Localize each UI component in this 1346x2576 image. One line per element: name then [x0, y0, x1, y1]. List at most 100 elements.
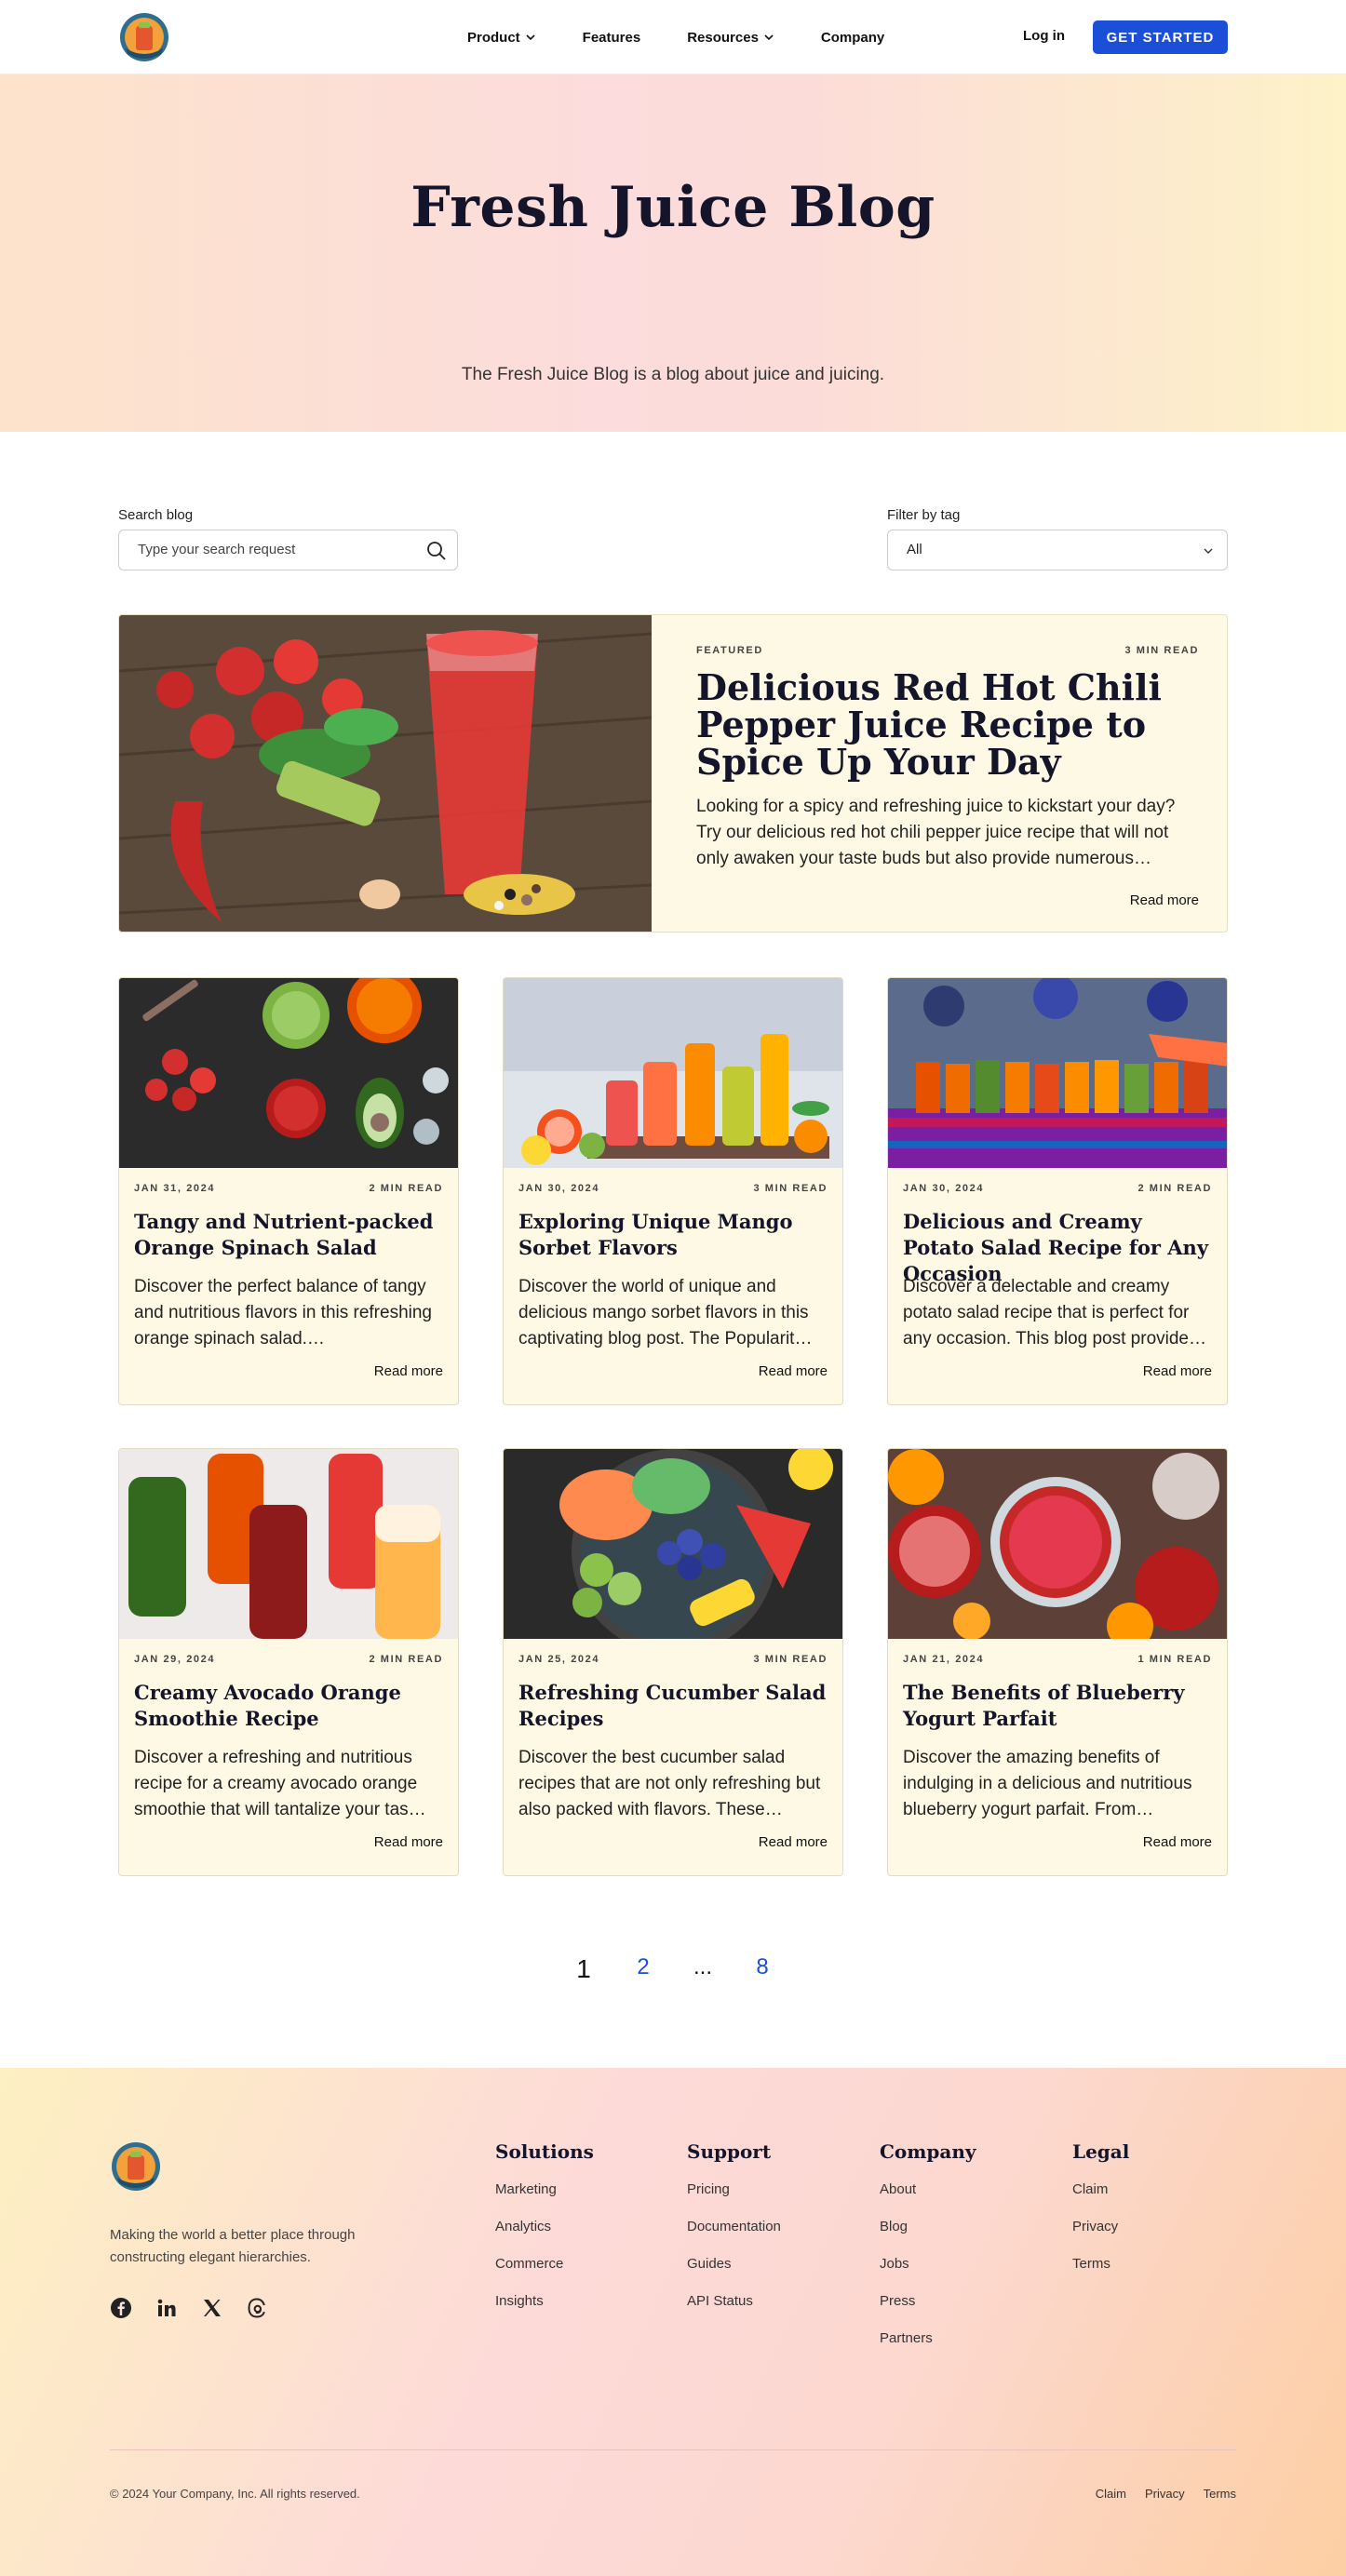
post-read-time: 3 MIN READ — [753, 1183, 828, 1194]
footer-link[interactable]: Blog — [880, 2219, 976, 2235]
post-excerpt: Discover the best cucumber salad recipes… — [518, 1748, 821, 1819]
post-image[interactable] — [504, 978, 842, 1168]
post-image[interactable] — [888, 978, 1227, 1168]
read-more-link[interactable]: Read more — [1143, 1834, 1212, 1850]
filter-bar: Search blog Filter by tag All — [0, 432, 1346, 616]
footer-link[interactable]: Commerce — [495, 2256, 594, 2273]
page-link[interactable]: 2 — [613, 1954, 673, 1984]
post-image[interactable] — [119, 978, 458, 1168]
featured-post-title[interactable]: Delicious Red Hot Chili Pepper Juice Rec… — [696, 669, 1199, 781]
facebook-icon[interactable] — [110, 2297, 132, 2319]
footer-link[interactable]: Insights — [495, 2293, 594, 2310]
footer-link[interactable]: Jobs — [880, 2256, 976, 2273]
read-more-link[interactable]: Read more — [759, 1834, 828, 1850]
nav-product[interactable]: Product — [467, 30, 536, 46]
read-more-link[interactable]: Read more — [1143, 1363, 1212, 1379]
footer-link[interactable]: Press — [880, 2293, 976, 2310]
footer-col-title: Legal — [1072, 2140, 1130, 2163]
top-nav: Product Features Resources Company Log i… — [0, 0, 1346, 74]
post-card[interactable]: JAN 29, 2024 2 MIN READ Creamy Avocado O… — [118, 1448, 459, 1876]
post-title[interactable]: Creamy Avocado Orange Smoothie Recipe — [134, 1680, 447, 1732]
post-card[interactable]: JAN 25, 2024 3 MIN READ Refreshing Cucum… — [503, 1448, 843, 1876]
post-image[interactable] — [504, 1449, 842, 1639]
post-excerpt: Discover the amazing benefits of indulgi… — [903, 1748, 1192, 1819]
tag-filter-select[interactable]: All — [887, 530, 1228, 570]
x-icon[interactable] — [201, 2297, 223, 2319]
footer-link[interactable]: Partners — [880, 2330, 976, 2347]
featured-post-image[interactable] — [119, 615, 652, 932]
footer-link[interactable]: About — [880, 2181, 976, 2198]
post-title[interactable]: Refreshing Cucumber Salad Recipes — [518, 1680, 831, 1732]
page-subtitle: The Fresh Juice Blog is a blog about jui… — [461, 365, 885, 384]
legal-link-terms[interactable]: Terms — [1204, 2487, 1236, 2501]
footer-link[interactable]: Marketing — [495, 2181, 594, 2198]
nav-resources[interactable]: Resources — [687, 30, 774, 46]
threads-icon[interactable] — [246, 2297, 268, 2319]
pagination: 1 2 ... 8 — [0, 1954, 1346, 1984]
page-current[interactable]: 1 — [554, 1954, 613, 1984]
chevron-down-icon — [1204, 548, 1213, 554]
nav-features[interactable]: Features — [583, 30, 641, 46]
tag-filter-value: All — [907, 542, 922, 557]
post-date: JAN 31, 2024 — [134, 1183, 216, 1194]
login-link[interactable]: Log in — [1023, 28, 1065, 44]
nav-product-label: Product — [467, 29, 520, 46]
footer-col-support: Support Pricing Documentation Guides API… — [687, 2140, 781, 2330]
search-box[interactable] — [118, 530, 458, 570]
post-title[interactable]: Exploring Unique Mango Sorbet Flavors — [518, 1209, 831, 1261]
footer-link[interactable]: Documentation — [687, 2219, 781, 2235]
footer-col-company: Company About Blog Jobs Press Partners — [880, 2140, 976, 2368]
post-title[interactable]: The Benefits of Blueberry Yogurt Parfait — [903, 1680, 1216, 1732]
get-started-button[interactable]: GET STARTED — [1093, 20, 1228, 54]
footer-col-legal: Legal Claim Privacy Terms — [1072, 2140, 1129, 2293]
featured-read-more-link[interactable]: Read more — [1130, 892, 1199, 908]
nav-company[interactable]: Company — [821, 30, 884, 46]
post-date: JAN 25, 2024 — [518, 1654, 600, 1665]
footer-legal-links: Claim Privacy Terms — [1096, 2487, 1236, 2501]
post-read-time: 2 MIN READ — [1137, 1183, 1212, 1194]
page-link-last[interactable]: 8 — [733, 1954, 792, 1984]
featured-post-card[interactable]: FEATURED 3 MIN READ Delicious Red Hot Ch… — [118, 614, 1228, 932]
footer-link[interactable]: Claim — [1072, 2181, 1129, 2198]
post-excerpt: Discover a refreshing and nutritious rec… — [134, 1748, 426, 1819]
read-more-link[interactable]: Read more — [374, 1363, 443, 1379]
page-ellipsis: ... — [693, 1954, 712, 1979]
linkedin-icon[interactable] — [155, 2297, 178, 2319]
post-card[interactable]: JAN 21, 2024 1 MIN READ The Benefits of … — [887, 1448, 1228, 1876]
post-read-time: 1 MIN READ — [1137, 1654, 1212, 1665]
brand-logo[interactable] — [118, 11, 170, 63]
footer-link[interactable]: Terms — [1072, 2256, 1129, 2273]
footer-tagline: Making the world a better place through … — [110, 2227, 356, 2265]
footer-link[interactable]: Guides — [687, 2256, 781, 2273]
featured-post-excerpt: Looking for a spicy and refreshing juice… — [696, 797, 1176, 868]
chevron-down-icon — [764, 34, 774, 41]
search-icon[interactable] — [425, 540, 448, 562]
post-card[interactable]: JAN 31, 2024 2 MIN READ Tangy and Nutrie… — [118, 977, 459, 1405]
nav-resources-label: Resources — [687, 29, 759, 46]
post-image[interactable] — [119, 1449, 458, 1639]
footer-col-title: Solutions — [495, 2140, 594, 2163]
search-input[interactable] — [138, 542, 417, 557]
post-date: JAN 30, 2024 — [518, 1183, 600, 1194]
post-title[interactable]: Tangy and Nutrient-packed Orange Spinach… — [134, 1209, 447, 1261]
footer-col-solutions: Solutions Marketing Analytics Commerce I… — [495, 2140, 594, 2330]
footer-link[interactable]: Pricing — [687, 2181, 781, 2198]
post-excerpt: Discover the perfect balance of tangy an… — [134, 1277, 432, 1348]
post-image[interactable] — [888, 1449, 1227, 1639]
post-read-time: 3 MIN READ — [753, 1654, 828, 1665]
hero-section: Fresh Juice Blog The Fresh Juice Blog is… — [0, 74, 1346, 432]
footer-link[interactable]: Privacy — [1072, 2219, 1129, 2235]
featured-label: FEATURED — [696, 645, 763, 656]
nav-company-label: Company — [820, 29, 885, 46]
footer-link[interactable]: API Status — [687, 2293, 781, 2310]
legal-link-claim[interactable]: Claim — [1096, 2487, 1126, 2501]
footer-divider — [110, 2449, 1236, 2450]
footer-link[interactable]: Analytics — [495, 2219, 594, 2235]
read-more-link[interactable]: Read more — [759, 1363, 828, 1379]
footer-logo[interactable] — [110, 2140, 162, 2193]
post-card[interactable]: JAN 30, 2024 2 MIN READ Delicious and Cr… — [887, 977, 1228, 1405]
legal-link-privacy[interactable]: Privacy — [1145, 2487, 1185, 2501]
page-title: Fresh Juice Blog — [411, 175, 935, 240]
post-card[interactable]: JAN 30, 2024 3 MIN READ Exploring Unique… — [503, 977, 843, 1405]
read-more-link[interactable]: Read more — [374, 1834, 443, 1850]
